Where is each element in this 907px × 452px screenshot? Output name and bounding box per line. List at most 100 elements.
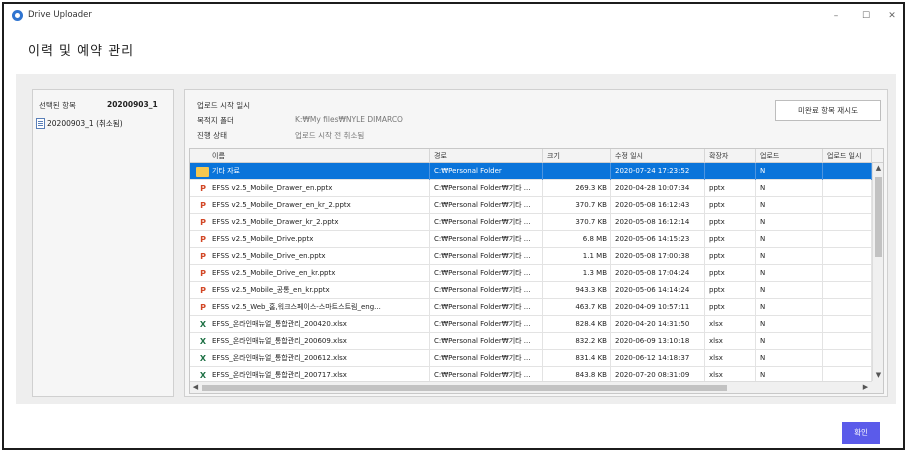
scroll-down-icon[interactable]: ▼ [873,370,883,381]
cell-name: 기타 자료 [190,163,430,180]
cell-modified: 2020-07-24 17:23:52 [611,163,705,180]
cell-ext: pptx [705,265,756,282]
vertical-scrollbar[interactable]: ▲ ▼ [872,163,883,381]
cell-ext: pptx [705,197,756,214]
cell-upload-time [823,163,872,180]
cell-upload-time [823,214,872,231]
cell-uploaded: N [756,248,823,265]
cell-name: EFSS v2.5_Mobile_Drive.pptx [190,231,430,248]
minimize-button[interactable]: – [824,7,848,25]
cell-ext: xlsx [705,350,756,367]
cell-uploaded: N [756,299,823,316]
cell-path: C:₩Personal Folder₩기타 ... [430,197,543,214]
column-header-modified[interactable]: 수정 일시 [611,149,705,163]
cell-modified: 2020-05-06 14:15:23 [611,231,705,248]
cell-path: C:₩Personal Folder₩기타 ... [430,282,543,299]
close-button[interactable]: ✕ [880,7,904,25]
history-tree-item-label: 20200903_1 (취소됨) [47,119,123,128]
cell-upload-time [823,350,872,367]
cell-uploaded: N [756,180,823,197]
cell-uploaded: N [756,163,823,180]
cell-size: 370.7 KB [543,197,611,214]
table-row[interactable]: P EFSS v2.5_Mobile_Drive_en.pptx C:₩Person… [190,248,883,265]
destination-label: 목적지 폴더 [197,116,234,125]
cell-name: EFSS v2.5_Mobile_공통_en_kr.pptx [190,282,430,299]
window-title: Drive Uploader [28,10,92,20]
cell-upload-time [823,333,872,350]
scroll-up-icon[interactable]: ▲ [873,163,883,174]
horizontal-scrollbar[interactable]: ◀ ▶ [190,381,872,393]
cell-uploaded: N [756,333,823,350]
cell-upload-time [823,180,872,197]
cell-path: C:₩Personal Folder₩기타 ... [430,214,543,231]
cell-modified: 2020-06-12 14:18:37 [611,350,705,367]
cell-modified: 2020-04-28 10:07:34 [611,180,705,197]
column-header-name[interactable]: 이름 [190,149,430,163]
upload-start-label: 업로드 시작 일시 [197,101,251,110]
cell-name: EFSS_온라인매뉴얼_통합관리_200612.xlsx [190,350,430,367]
vertical-scroll-thumb[interactable] [875,177,882,257]
cell-size: 831.4 KB [543,350,611,367]
cell-size: 6.8 MB [543,231,611,248]
cell-size: 370.7 KB [543,214,611,231]
drive-uploader-icon [12,10,23,21]
cell-modified: 2020-05-08 16:12:43 [611,197,705,214]
retry-incomplete-button[interactable]: 미완료 항목 재시도 [775,100,881,121]
table-row[interactable]: X EFSS_온라인매뉴얼_통합관리_200612.xlsx C:₩Personal… [190,350,883,367]
cell-name: EFSS_온라인매뉴얼_통합관리_200609.xlsx [190,333,430,350]
table-row[interactable]: P EFSS v2.5_Mobile_Drawer_kr_2.pptx C:₩Per… [190,214,883,231]
cell-size [543,163,611,180]
column-header-uploaded[interactable]: 업로드 [756,149,823,163]
table-row[interactable]: X EFSS_온라인매뉴얼_통합관리_200609.xlsx C:₩Personal… [190,333,883,350]
cell-name: EFSS_온라인매뉴얼_통합관리_200420.xlsx [190,316,430,333]
cell-upload-time [823,231,872,248]
title-bar: Drive Uploader – ☐ ✕ [4,4,903,28]
cell-path: C:₩Personal Folder₩기타 ... [430,248,543,265]
table-row[interactable]: P EFSS v2.5_Mobile_Drive_en_kr.pptx C:₩Per… [190,265,883,282]
cell-modified: 2020-05-06 14:14:24 [611,282,705,299]
cell-uploaded: N [756,197,823,214]
column-header-path[interactable]: 경로 [430,149,543,163]
cell-name: EFSS v2.5_Mobile_Drawer_en.pptx [190,180,430,197]
selection-panel: 선택된 항목 20200903_1 20200903_1 (취소됨) [32,89,174,397]
confirm-button[interactable]: 확인 [842,422,880,444]
table-row[interactable]: P EFSS v2.5_Web_홈,워크스페이스-스마트스트림_eng... C:₩… [190,299,883,316]
cell-upload-time [823,299,872,316]
cell-ext: pptx [705,180,756,197]
column-header-size[interactable]: 크기 [543,149,611,163]
column-header-upload-time[interactable]: 업로드 일시 [823,149,872,163]
column-header-extension[interactable]: 확장자 [705,149,756,163]
cell-size: 832.2 KB [543,333,611,350]
table-row[interactable]: P EFSS v2.5_Mobile_공통_en_kr.pptx C:₩Person… [190,282,883,299]
cell-uploaded: N [756,265,823,282]
cell-upload-time [823,265,872,282]
detail-panel: 업로드 시작 일시 목적지 폴더 K:₩My files₩NYLE DIMARC… [184,89,888,397]
cell-modified: 2020-06-09 13:10:18 [611,333,705,350]
cell-path: C:₩Personal Folder₩기타 ... [430,265,543,282]
cell-size: 1.1 MB [543,248,611,265]
cell-name: EFSS v2.5_Mobile_Drive_en_kr.pptx [190,265,430,282]
table-row[interactable]: P EFSS v2.5_Mobile_Drawer_en_kr_2.pptx C:₩… [190,197,883,214]
scroll-left-icon[interactable]: ◀ [190,382,201,393]
table-row[interactable]: P EFSS v2.5_Mobile_Drawer_en.pptx C:₩Perso… [190,180,883,197]
cell-modified: 2020-04-09 10:57:11 [611,299,705,316]
table-header: 이름 경로 크기 수정 일시 확장자 업로드 업로드 일시 [190,149,883,163]
horizontal-scroll-thumb[interactable] [202,385,727,391]
cell-path: C:₩Personal Folder₩기타 ... [430,350,543,367]
cell-path: C:₩Personal Folder₩기타 ... [430,333,543,350]
table-row[interactable]: 기타 자료 C:₩Personal Folder 2020-07-24 17:23:… [190,163,883,180]
cell-size: 828.4 KB [543,316,611,333]
cell-upload-time [823,197,872,214]
cell-ext: xlsx [705,333,756,350]
table-row[interactable]: X EFSS_온라인매뉴얼_통합관리_200420.xlsx C:₩Personal… [190,316,883,333]
table-row[interactable]: P EFSS v2.5_Mobile_Drive.pptx C:₩Personal … [190,231,883,248]
cell-ext: pptx [705,299,756,316]
maximize-button[interactable]: ☐ [854,7,878,25]
cell-ext: xlsx [705,316,756,333]
cell-name: EFSS v2.5_Mobile_Drawer_kr_2.pptx [190,214,430,231]
scroll-right-icon[interactable]: ▶ [860,382,871,393]
cell-modified: 2020-05-08 16:12:14 [611,214,705,231]
history-tree-item[interactable]: 20200903_1 (취소됨) [36,118,123,129]
document-icon [36,118,45,129]
destination-value: K:₩My files₩NYLE DIMARCO [295,115,403,124]
